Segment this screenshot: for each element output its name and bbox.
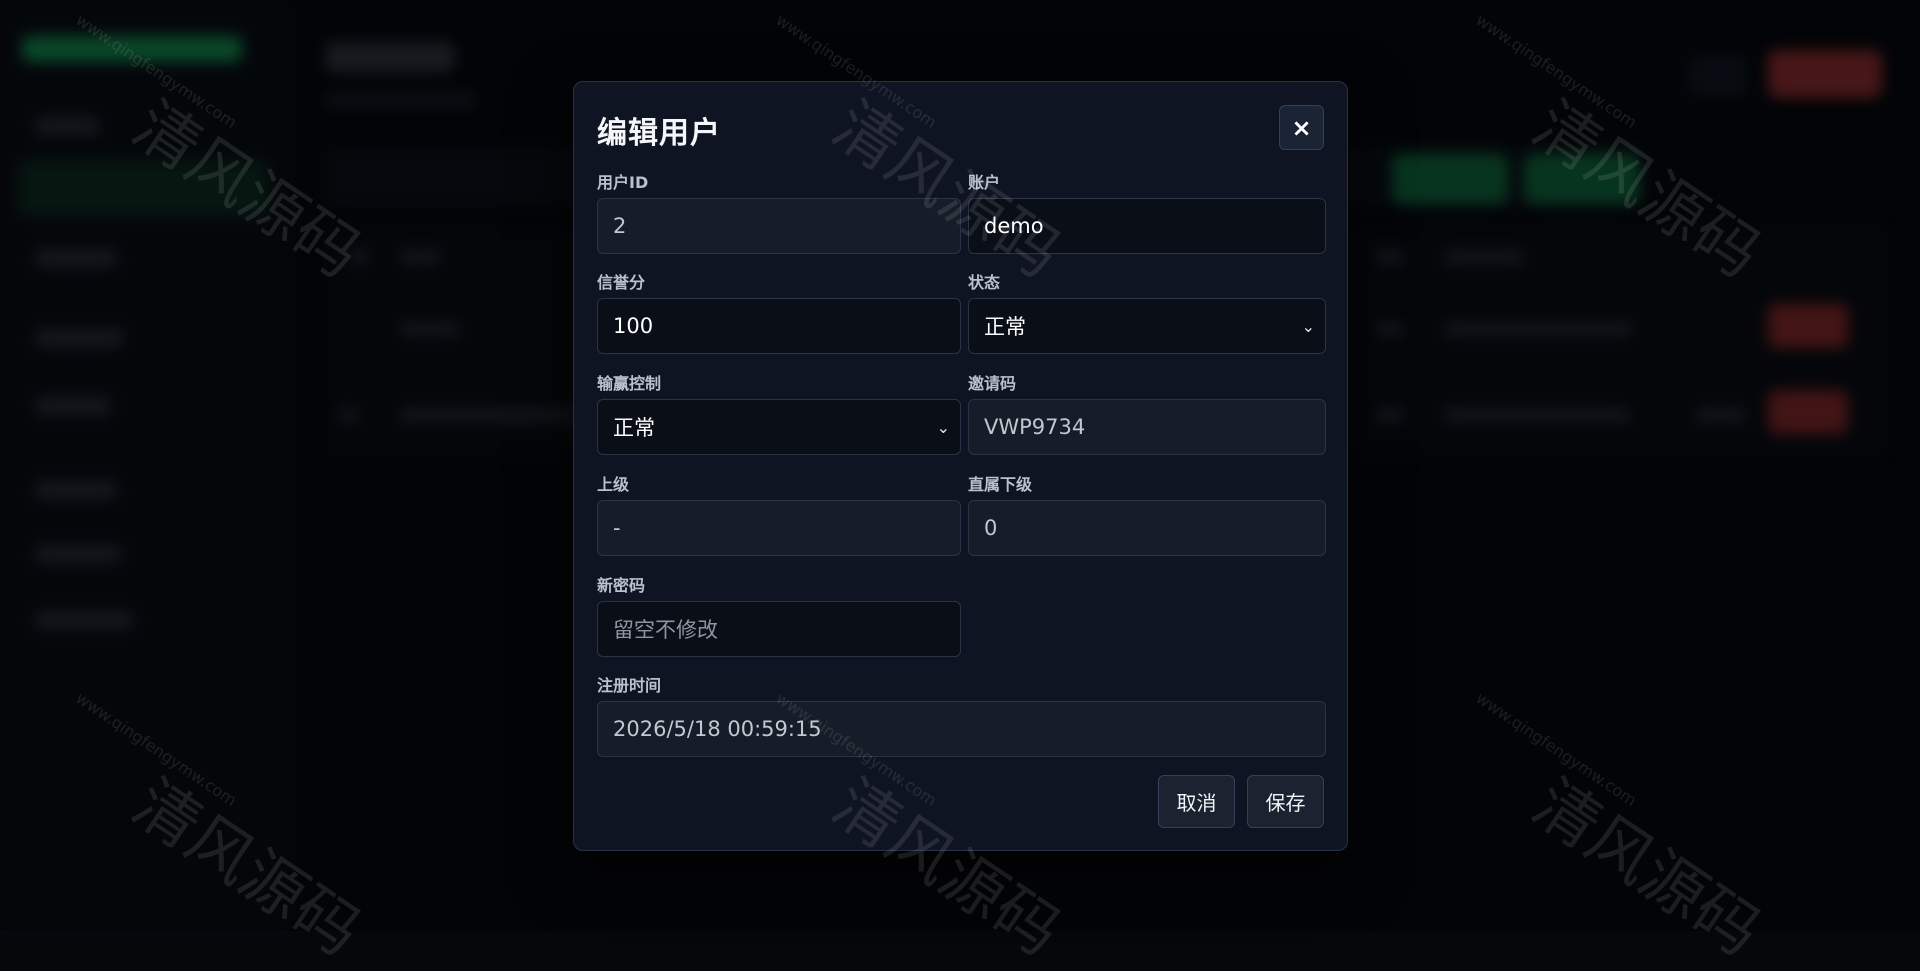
- direct-subordinates-label: 直属下级: [968, 471, 1326, 495]
- account-input[interactable]: demo: [968, 198, 1326, 254]
- save-button[interactable]: 保存: [1247, 775, 1324, 828]
- invite-code-label: 邀请码: [968, 370, 1326, 394]
- cancel-button[interactable]: 取消: [1158, 775, 1235, 828]
- win-control-label: 输赢控制: [597, 370, 961, 394]
- direct-subordinates-field[interactable]: 0: [968, 500, 1326, 556]
- credit-label: 信誉分: [597, 269, 961, 293]
- close-button[interactable]: ×: [1279, 105, 1324, 150]
- edit-user-dialog: 编辑用户 × 用户ID 2 账户 demo 信誉分 100 状态 正常 ⌄ 输赢…: [573, 81, 1348, 851]
- credit-input[interactable]: 100: [597, 298, 961, 354]
- new-password-label: 新密码: [597, 572, 961, 596]
- register-time-field[interactable]: 2026/5/18 00:59:15: [597, 701, 1326, 757]
- chevron-down-icon: ⌄: [937, 418, 950, 437]
- status-label: 状态: [968, 269, 1326, 293]
- dialog-title: 编辑用户: [597, 108, 721, 152]
- win-control-select[interactable]: 正常 ⌄: [597, 399, 961, 455]
- status-select[interactable]: 正常 ⌄: [968, 298, 1326, 354]
- superior-label: 上级: [597, 471, 961, 495]
- status-select-value: 正常: [984, 311, 1026, 341]
- register-time-label: 注册时间: [597, 672, 1326, 696]
- superior-field[interactable]: -: [597, 500, 961, 556]
- account-label: 账户: [968, 169, 1326, 193]
- user-id-label: 用户ID: [597, 169, 961, 193]
- close-icon: ×: [1291, 114, 1311, 142]
- chevron-down-icon: ⌄: [1302, 317, 1315, 336]
- new-password-input[interactable]: 留空不修改: [597, 601, 961, 657]
- user-id-field[interactable]: 2: [597, 198, 961, 254]
- invite-code-field[interactable]: VWP9734: [968, 399, 1326, 455]
- win-control-select-value: 正常: [613, 412, 655, 442]
